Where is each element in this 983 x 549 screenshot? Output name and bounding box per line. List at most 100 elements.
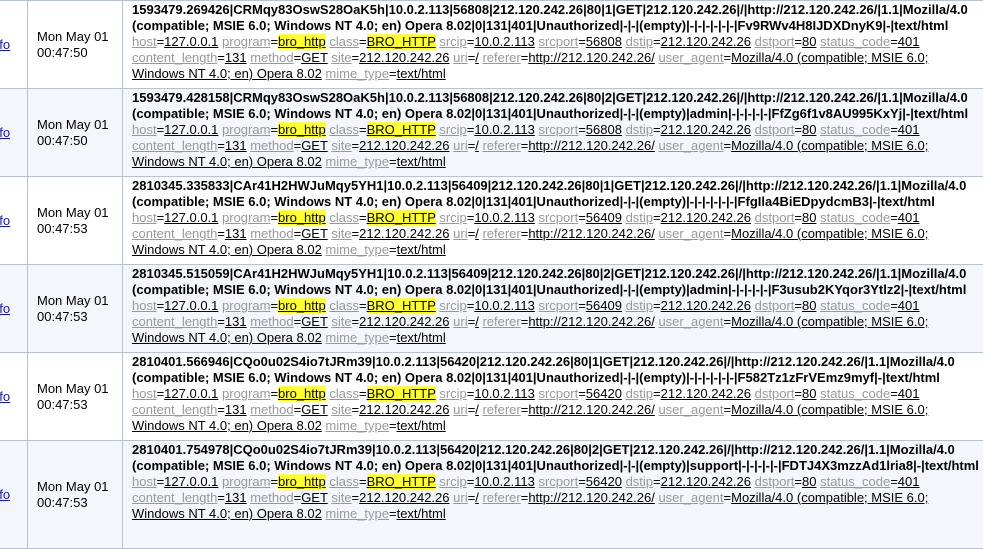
field-key-site[interactable]: site — [331, 138, 351, 153]
field-value-uri[interactable]: / — [475, 314, 479, 329]
field-key-class[interactable]: class — [329, 210, 359, 225]
field-value-program[interactable]: bro_http — [278, 386, 326, 401]
field-key-dstport[interactable]: dstport — [755, 474, 795, 489]
field-key-dstport[interactable]: dstport — [755, 122, 795, 137]
field-value-site[interactable]: 212.120.242.26 — [359, 314, 449, 329]
field-key-uri[interactable]: uri — [453, 402, 467, 417]
field-value-srcip[interactable]: 10.0.2.113 — [474, 386, 534, 401]
field-value-class[interactable]: BRO_HTTP — [366, 386, 436, 401]
field-key-mime-type[interactable]: mime_type — [325, 66, 389, 81]
field-value-content-length[interactable]: 131 — [225, 226, 247, 241]
field-key-method[interactable]: method — [250, 402, 293, 417]
field-key-method[interactable]: method — [250, 490, 293, 505]
field-value-host[interactable]: 127.0.0.1 — [164, 210, 218, 225]
field-key-referer[interactable]: referer — [482, 138, 520, 153]
field-key-program[interactable]: program — [222, 386, 270, 401]
info-link[interactable]: nfo — [0, 487, 10, 502]
field-key-user-agent[interactable]: user_agent — [658, 226, 723, 241]
field-value-srcport[interactable]: 56409 — [586, 210, 622, 225]
field-value-uri[interactable]: / — [475, 226, 479, 241]
field-key-dstport[interactable]: dstport — [755, 210, 795, 225]
field-key-content-length[interactable]: content_length — [132, 138, 217, 153]
field-value-content-length[interactable]: 131 — [225, 402, 247, 417]
field-value-status-code[interactable]: 401 — [898, 298, 920, 313]
field-key-srcport[interactable]: srcport — [538, 386, 578, 401]
field-value-class[interactable]: BRO_HTTP — [366, 210, 436, 225]
field-value-status-code[interactable]: 401 — [898, 210, 920, 225]
field-value-srcport[interactable]: 56409 — [586, 298, 622, 313]
field-key-srcip[interactable]: srcip — [439, 210, 466, 225]
info-link[interactable]: nfo — [0, 125, 10, 140]
field-key-user-agent[interactable]: user_agent — [658, 314, 723, 329]
field-value-program[interactable]: bro_http — [278, 34, 326, 49]
field-key-srcport[interactable]: srcport — [538, 34, 578, 49]
field-value-method[interactable]: GET — [301, 402, 328, 417]
field-key-program[interactable]: program — [222, 122, 270, 137]
field-value-srcip[interactable]: 10.0.2.113 — [474, 34, 534, 49]
field-key-status-code[interactable]: status_code — [820, 122, 890, 137]
field-value-srcip[interactable]: 10.0.2.113 — [474, 474, 534, 489]
field-value-referer[interactable]: http://212.120.242.26/ — [528, 50, 655, 65]
field-key-dstip[interactable]: dstip — [626, 386, 653, 401]
field-key-status-code[interactable]: status_code — [820, 210, 890, 225]
field-value-method[interactable]: GET — [301, 138, 328, 153]
field-key-dstip[interactable]: dstip — [626, 122, 653, 137]
field-key-class[interactable]: class — [329, 122, 359, 137]
field-key-status-code[interactable]: status_code — [820, 386, 890, 401]
field-value-dstport[interactable]: 80 — [802, 122, 816, 137]
field-value-referer[interactable]: http://212.120.242.26/ — [528, 402, 655, 417]
field-key-site[interactable]: site — [331, 226, 351, 241]
field-key-program[interactable]: program — [222, 298, 270, 313]
field-key-user-agent[interactable]: user_agent — [658, 490, 723, 505]
field-key-srcport[interactable]: srcport — [538, 210, 578, 225]
field-key-srcip[interactable]: srcip — [439, 474, 466, 489]
field-value-uri[interactable]: / — [475, 402, 479, 417]
field-key-class[interactable]: class — [329, 386, 359, 401]
field-key-host[interactable]: host — [132, 386, 157, 401]
field-key-class[interactable]: class — [329, 34, 359, 49]
field-value-dstport[interactable]: 80 — [802, 34, 816, 49]
field-value-dstip[interactable]: 212.120.242.26 — [661, 122, 751, 137]
field-key-srcip[interactable]: srcip — [439, 34, 466, 49]
field-key-method[interactable]: method — [250, 138, 293, 153]
field-key-dstip[interactable]: dstip — [626, 298, 653, 313]
field-value-program[interactable]: bro_http — [278, 298, 326, 313]
field-key-host[interactable]: host — [132, 122, 157, 137]
field-key-uri[interactable]: uri — [453, 138, 467, 153]
field-value-content-length[interactable]: 131 — [225, 490, 247, 505]
field-value-site[interactable]: 212.120.242.26 — [359, 490, 449, 505]
field-value-site[interactable]: 212.120.242.26 — [359, 402, 449, 417]
field-key-program[interactable]: program — [222, 210, 270, 225]
field-value-status-code[interactable]: 401 — [898, 474, 920, 489]
field-key-dstip[interactable]: dstip — [626, 34, 653, 49]
field-key-user-agent[interactable]: user_agent — [658, 138, 723, 153]
field-key-status-code[interactable]: status_code — [820, 298, 890, 313]
field-value-dstport[interactable]: 80 — [802, 386, 816, 401]
field-key-content-length[interactable]: content_length — [132, 490, 217, 505]
field-value-dstip[interactable]: 212.120.242.26 — [661, 298, 751, 313]
field-value-method[interactable]: GET — [301, 314, 328, 329]
field-key-dstip[interactable]: dstip — [626, 474, 653, 489]
field-value-mime-type[interactable]: text/html — [397, 154, 446, 169]
field-key-mime-type[interactable]: mime_type — [325, 330, 389, 345]
field-value-dstport[interactable]: 80 — [802, 210, 816, 225]
field-value-content-length[interactable]: 131 — [225, 138, 247, 153]
field-key-class[interactable]: class — [329, 474, 359, 489]
field-key-referer[interactable]: referer — [482, 50, 520, 65]
field-key-user-agent[interactable]: user_agent — [658, 50, 723, 65]
field-value-dstip[interactable]: 212.120.242.26 — [661, 474, 751, 489]
field-key-host[interactable]: host — [132, 474, 157, 489]
field-value-site[interactable]: 212.120.242.26 — [359, 226, 449, 241]
field-key-dstport[interactable]: dstport — [755, 386, 795, 401]
field-key-status-code[interactable]: status_code — [820, 474, 890, 489]
field-value-dstport[interactable]: 80 — [802, 474, 816, 489]
field-key-host[interactable]: host — [132, 298, 157, 313]
field-key-program[interactable]: program — [222, 474, 270, 489]
field-key-referer[interactable]: referer — [482, 490, 520, 505]
field-key-method[interactable]: method — [250, 314, 293, 329]
field-value-method[interactable]: GET — [301, 226, 328, 241]
field-value-referer[interactable]: http://212.120.242.26/ — [528, 226, 655, 241]
field-value-mime-type[interactable]: text/html — [397, 506, 446, 521]
info-link[interactable]: nfo — [0, 213, 10, 228]
field-value-content-length[interactable]: 131 — [225, 50, 247, 65]
